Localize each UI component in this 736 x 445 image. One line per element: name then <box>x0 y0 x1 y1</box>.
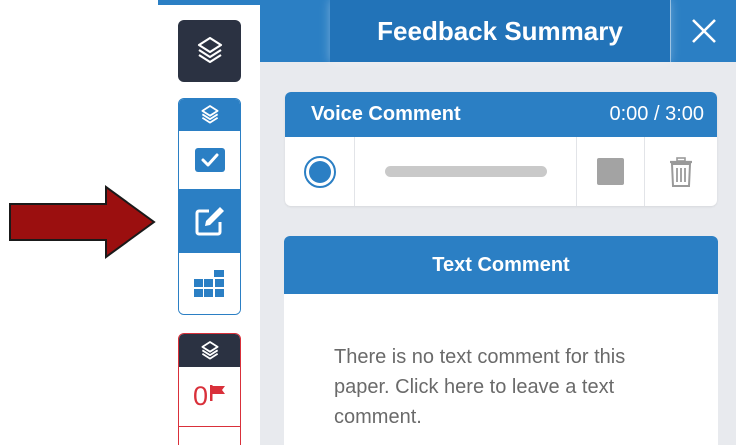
feedback-summary-tool-button[interactable] <box>179 189 240 253</box>
trash-icon <box>670 156 692 187</box>
record-icon <box>303 155 336 188</box>
top-strip <box>158 0 260 5</box>
page: 0 Feedback Summary Voice Comment 0:00 / … <box>0 0 736 445</box>
voice-comment-title: Voice Comment <box>311 103 461 125</box>
grading-tools-group <box>178 98 241 315</box>
record-button[interactable] <box>285 137 355 206</box>
text-comment-placeholder[interactable]: There is no text comment for this paper.… <box>284 294 718 432</box>
text-comment-header: Text Comment <box>284 236 718 294</box>
close-button[interactable] <box>670 0 736 62</box>
layers-icon <box>197 36 222 64</box>
stop-button[interactable] <box>577 137 645 206</box>
grading-tools-header[interactable] <box>179 99 240 131</box>
feedback-panel: Feedback Summary Voice Comment 0:00 / 3:… <box>260 0 736 445</box>
flag-icon <box>210 384 226 401</box>
voice-comment-card: Voice Comment 0:00 / 3:00 <box>285 92 717 206</box>
voice-comment-header: Voice Comment 0:00 / 3:00 <box>285 92 717 137</box>
flag-count: 0 <box>192 381 209 411</box>
close-icon <box>691 19 716 43</box>
grid-icon <box>193 269 224 297</box>
stop-icon <box>597 158 624 185</box>
quickmark-tool-button[interactable] <box>179 131 240 189</box>
edit-icon <box>195 207 224 236</box>
layers-button[interactable] <box>178 20 241 82</box>
playback-progress-bar[interactable] <box>384 166 547 177</box>
layers-icon <box>200 105 219 124</box>
flags-tools-group: 0 <box>178 333 241 445</box>
text-comment-card: Text Comment There is no text comment fo… <box>284 236 718 445</box>
voice-comment-controls <box>285 137 717 206</box>
callout-arrow-icon <box>9 185 156 259</box>
panel-title: Feedback Summary <box>330 0 670 62</box>
flags-tools-header[interactable] <box>179 334 240 367</box>
delete-button[interactable] <box>645 137 717 206</box>
playback-track[interactable] <box>355 137 577 206</box>
panel-header: Feedback Summary <box>260 0 736 62</box>
voice-comment-timer: 0:00 / 3:00 <box>609 103 704 125</box>
rubric-tool-button[interactable] <box>179 253 240 314</box>
layers-icon <box>200 340 219 360</box>
flag-counter-button[interactable]: 0 <box>179 367 240 427</box>
checkbox-icon <box>194 148 225 172</box>
